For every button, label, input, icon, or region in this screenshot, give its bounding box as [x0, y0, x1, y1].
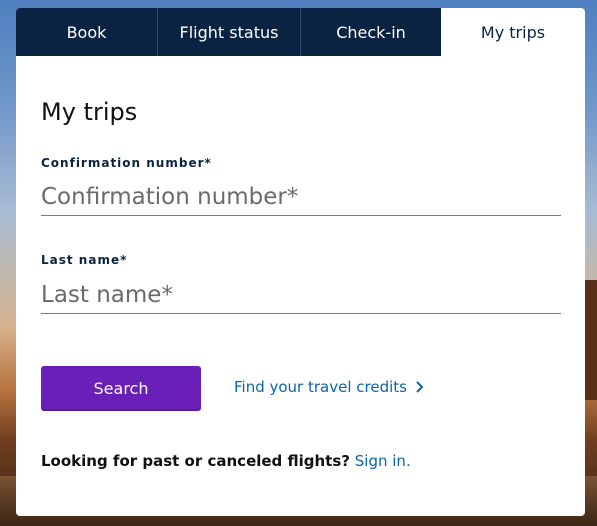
tab-book[interactable]: Book — [16, 8, 158, 56]
sign-in-link[interactable]: Sign in. — [355, 452, 411, 470]
last-name-label: Last name* — [41, 253, 128, 267]
page-title: My trips — [41, 98, 138, 126]
past-flights-note: Looking for past or canceled flights? Si… — [41, 452, 411, 470]
confirmation-number-input[interactable] — [41, 178, 561, 216]
tab-check-in[interactable]: Check-in — [301, 8, 441, 56]
last-name-input[interactable] — [41, 276, 561, 314]
find-travel-credits-link[interactable]: Find your travel credits — [234, 378, 425, 396]
confirmation-number-label: Confirmation number* — [41, 156, 212, 170]
tab-bar: Book Flight status Check-in My trips — [16, 8, 585, 56]
past-flights-text: Looking for past or canceled flights? — [41, 452, 350, 470]
find-travel-credits-label: Find your travel credits — [234, 378, 407, 396]
search-button[interactable]: Search — [41, 366, 201, 411]
trip-widget-card: Book Flight status Check-in My trips My … — [16, 8, 585, 516]
chevron-right-icon — [416, 381, 424, 393]
tab-flight-status[interactable]: Flight status — [158, 8, 301, 56]
tab-my-trips[interactable]: My trips — [441, 8, 585, 56]
